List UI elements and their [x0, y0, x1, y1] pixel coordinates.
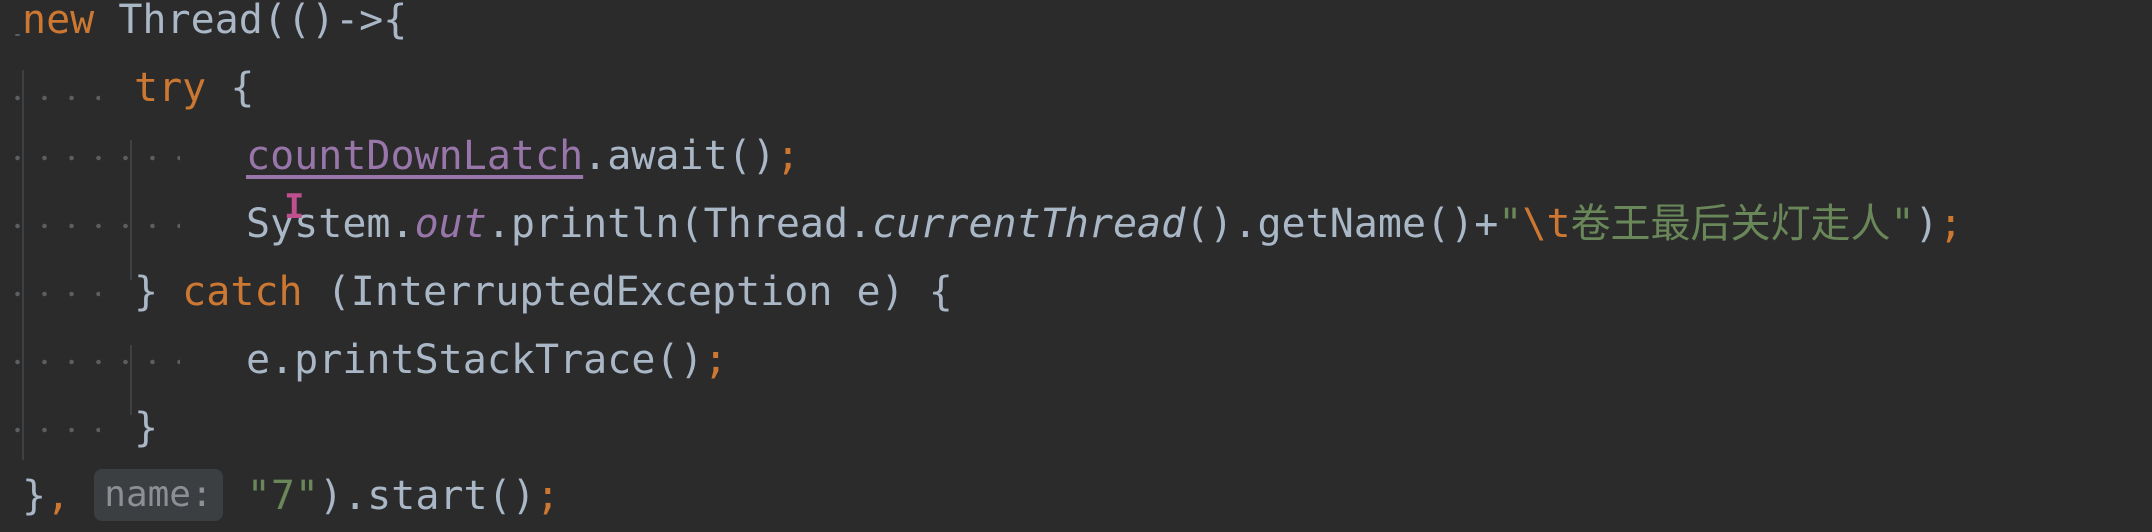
indent-vertical-guide: [22, 70, 24, 460]
code-line[interactable]: }: [134, 394, 158, 462]
indent-guide: [0, 396, 100, 464]
code-token: ;: [535, 473, 560, 519]
code-line[interactable]: try {: [134, 54, 254, 122]
code-line[interactable]: countDownLatch.await();: [246, 122, 800, 190]
code-token: countDownLatch: [246, 133, 584, 179]
text-cursor-i-beam-icon: I: [284, 187, 305, 227]
indent-guide: [0, 328, 180, 396]
parameter-name-hint: name:: [94, 469, 223, 521]
code-line[interactable]: }, name: "7").start();: [22, 462, 560, 530]
indent-guide: [0, 64, 100, 132]
code-line[interactable]: System.out.println(Thread.currentThread(…: [246, 190, 1963, 258]
indent-vertical-guide: [130, 140, 132, 280]
code-editor[interactable]: new Thread(()->{ try { countDownLatch.aw…: [0, 0, 2152, 532]
code-token: .println(Thread.: [486, 201, 873, 247]
code-token: .await(): [583, 133, 776, 179]
code-token: e.printStackTrace(): [246, 337, 704, 383]
code-line[interactable]: } catch (InterruptedException e) {: [134, 258, 953, 326]
indent-guide: [0, 34, 22, 36]
code-token: }: [134, 405, 159, 451]
indent-guide: [0, 260, 100, 328]
code-token: ().getName()+: [1185, 201, 1499, 247]
indent-vertical-guide: [130, 345, 132, 415]
code-token: new: [22, 0, 95, 43]
code-token: ": [1498, 201, 1523, 247]
code-token: Thread(()->{: [94, 0, 408, 43]
code-token: ;: [703, 337, 728, 383]
code-token: try: [134, 65, 207, 111]
code-token: ;: [1938, 201, 1963, 247]
indent-guide: [0, 192, 180, 260]
code-token: \t: [1522, 201, 1571, 247]
indent-guide: [0, 124, 180, 192]
code-token: (InterruptedException e) {: [302, 269, 953, 315]
code-token: ): [1914, 201, 1939, 247]
code-token: }: [22, 473, 47, 519]
code-line[interactable]: e.printStackTrace();: [246, 326, 728, 394]
code-token: ;: [775, 133, 800, 179]
code-token: ).start(): [319, 473, 536, 519]
code-token: System.: [246, 201, 415, 247]
code-token: {: [206, 65, 255, 111]
code-token: out: [414, 201, 487, 247]
code-token: "7": [246, 473, 319, 519]
code-token: 卷王最后关灯走人": [1570, 201, 1915, 247]
code-line[interactable]: new Thread(()->{: [22, 0, 407, 54]
code-token: ,: [46, 473, 71, 519]
code-token: }: [134, 269, 183, 315]
code-token: currentThread: [872, 201, 1186, 247]
code-token: catch: [182, 269, 303, 315]
